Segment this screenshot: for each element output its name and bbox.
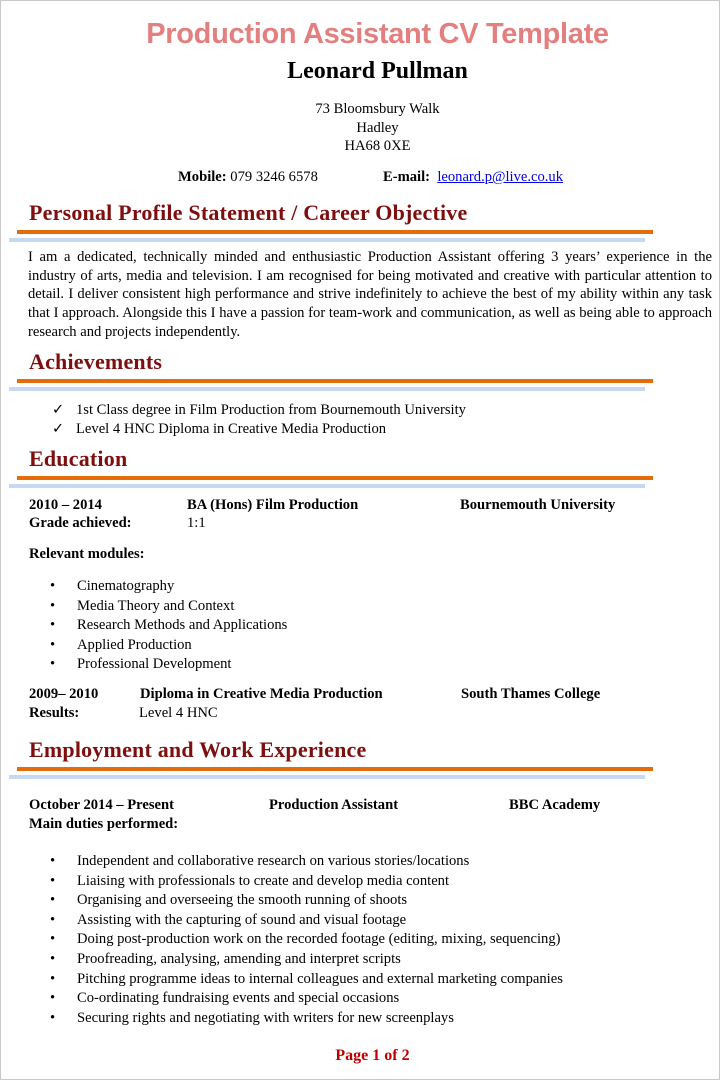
- contact-line: Mobile: 079 3246 6578 E-mail: leonard.p@…: [178, 169, 563, 186]
- education-heading: Education: [29, 446, 128, 471]
- duty-item: • Securing rights and negotiating with wr…: [50, 1009, 563, 1029]
- achievements-list: ✓ 1st Class degree in Film Production fro…: [52, 401, 466, 438]
- bullet-icon: •: [50, 911, 56, 928]
- result-value: Level 4 HNC: [139, 705, 218, 721]
- employment-heading: Employment and Work Experience: [29, 737, 367, 762]
- address: 73 Bloomsbury Walk Hadley HA68 0XE: [0, 100, 720, 156]
- employment-entry-header: October 2014 – Present Production Assist…: [29, 797, 709, 816]
- module-item: • Professional Development: [50, 655, 287, 675]
- duty-item: • Independent and collaborative research …: [50, 852, 563, 872]
- duty-item: • Assisting with the capturing of sound a…: [50, 911, 563, 931]
- duty-item: • Co-ordinating fundraising events and sp…: [50, 989, 563, 1009]
- dates: 2010 – 2014: [29, 497, 102, 513]
- bullet-icon: •: [50, 617, 56, 634]
- duty-item: • Organising and overseeing the smooth ru…: [50, 891, 563, 911]
- address-line: HA68 0XE: [344, 138, 411, 154]
- orange-rule: [17, 767, 653, 771]
- mobile-number: 079 3246 6578: [230, 169, 318, 185]
- bullet-icon: •: [50, 1009, 56, 1026]
- employer: BBC Academy: [509, 797, 601, 813]
- document-title: Production Assistant CV Template: [146, 18, 609, 50]
- bullet-icon: •: [50, 970, 56, 987]
- page-number: Page 1 of 2: [335, 1047, 410, 1064]
- education-entry-header: 2009– 2010 Diploma in Creative Media Pro…: [29, 686, 709, 705]
- orange-rule: [17, 379, 653, 383]
- bullet-icon: •: [50, 892, 56, 909]
- orange-rule: [17, 230, 653, 234]
- education-entry-header: 2010 – 2014 BA (Hons) Film Production Bo…: [29, 497, 709, 516]
- duties-list: • Independent and collaborative research …: [50, 852, 563, 1028]
- bullet-icon: •: [50, 656, 56, 673]
- address-line: Hadley: [356, 119, 399, 136]
- check-icon: ✓: [52, 402, 65, 418]
- module-item: • Research Methods and Applications: [50, 616, 287, 636]
- blue-rule: [9, 387, 645, 391]
- duty-item: • Pitching programme ideas to internal co…: [50, 970, 563, 990]
- achievement-item: ✓ Level 4 HNC Diploma in Creative Media P…: [52, 420, 387, 437]
- duties-label: Main duties performed:: [29, 816, 179, 832]
- bullet-icon: •: [50, 636, 56, 653]
- bullet-icon: •: [50, 872, 56, 889]
- blue-rule: [9, 484, 645, 488]
- duty-item: • Doing post-production work on the recor…: [50, 930, 563, 950]
- qualification: Diploma in Creative Media Production: [140, 686, 383, 702]
- duty-item: • Liaising with professionals to create a…: [50, 872, 563, 892]
- bullet-icon: •: [50, 597, 56, 614]
- module-item: • Media Theory and Context: [50, 597, 287, 617]
- email-link[interactable]: leonard.p@live.co.uk: [437, 169, 563, 185]
- address-line: 73 Bloomsbury Walk: [315, 101, 440, 117]
- duty-item: • Proofreading, analysing, amending and i…: [50, 950, 563, 970]
- bullet-icon: •: [50, 578, 56, 594]
- role: Production Assistant: [269, 797, 399, 813]
- module-item: • Cinematography: [50, 577, 287, 597]
- orange-rule: [17, 476, 653, 480]
- modules-label: Relevant modules:: [29, 546, 145, 562]
- bullet-icon: •: [50, 990, 56, 1007]
- bullet-icon: •: [50, 853, 56, 869]
- bullet-icon: •: [50, 950, 56, 967]
- institution: South Thames College: [461, 686, 601, 702]
- module-item: • Applied Production: [50, 636, 287, 656]
- qualification: BA (Hons) Film Production: [187, 497, 359, 513]
- result-label: Results:: [29, 705, 80, 721]
- institution: Bournemouth University: [460, 497, 616, 513]
- blue-rule: [9, 238, 645, 242]
- achievement-item: ✓ 1st Class degree in Film Production fro…: [52, 402, 466, 418]
- modules-list: • Cinematography • Media Theory and Contex…: [50, 577, 287, 675]
- email-label: E-mail:: [383, 169, 431, 185]
- profile-heading: Personal Profile Statement / Career Obje…: [29, 200, 468, 225]
- achievements-heading: Achievements: [29, 349, 163, 374]
- blue-rule: [9, 775, 645, 779]
- dates: 2009– 2010: [29, 686, 99, 702]
- education-result: Results: Level 4 HNC: [29, 705, 709, 724]
- bullet-icon: •: [50, 931, 56, 948]
- result-value: 1:1: [187, 515, 206, 531]
- candidate-name: Leonard Pullman: [287, 58, 468, 84]
- dates: October 2014 – Present: [29, 797, 174, 813]
- mobile-label: Mobile:: [178, 169, 227, 185]
- education-result: Grade achieved: 1:1: [29, 515, 709, 534]
- result-label: Grade achieved:: [29, 515, 132, 531]
- profile-text: I am a dedicated, technically minded and…: [28, 249, 712, 340]
- check-icon: ✓: [52, 420, 65, 437]
